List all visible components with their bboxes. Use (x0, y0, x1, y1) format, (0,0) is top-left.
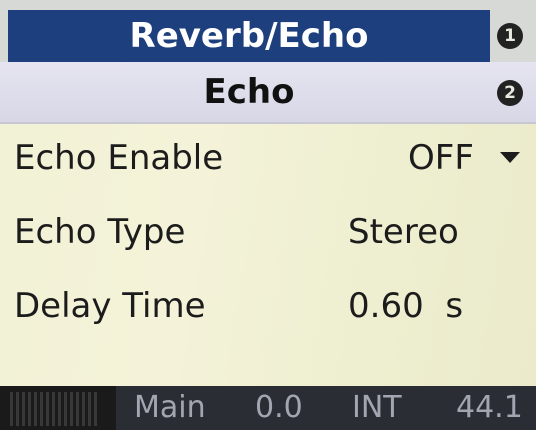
step-1-badge-icon: 1 (497, 23, 523, 49)
dropdown-arrow-icon[interactable] (500, 152, 520, 163)
echo-enable-value[interactable]: OFF (408, 138, 474, 178)
page-title[interactable]: Reverb/Echo (8, 10, 490, 62)
section-title-label: Echo (203, 72, 295, 112)
param-row-echo-type[interactable]: Echo Type Stereo (0, 198, 536, 272)
param-label: Delay Time (14, 286, 206, 326)
step-2-badge-icon: 2 (497, 80, 523, 106)
page-title-label: Reverb/Echo (129, 16, 369, 56)
section-title[interactable]: Echo (8, 62, 490, 122)
echo-type-value[interactable]: Stereo (348, 212, 459, 252)
param-row-delay-time[interactable]: Delay Time 0.60 s (0, 272, 536, 346)
sample-rate: 44.1 (456, 390, 523, 425)
param-row-echo-enable[interactable]: Echo Enable OFF (0, 124, 536, 198)
param-label: Echo Enable (14, 138, 224, 178)
bus-label: Main (134, 390, 206, 425)
clock-source: INT (352, 390, 402, 425)
delay-time-value[interactable]: 0.60 s (348, 286, 463, 326)
status-bar: Main 0.0 INT 44.1 (0, 386, 536, 430)
device-screen: Reverb/Echo 1 Echo 2 Echo Enable OFF Ech… (0, 0, 536, 430)
page-header: Reverb/Echo (0, 0, 536, 62)
gain-readout: 0.0 (255, 390, 303, 425)
section-header: Echo (0, 62, 536, 124)
param-label: Echo Type (14, 212, 186, 252)
level-meter-icon (10, 392, 100, 426)
